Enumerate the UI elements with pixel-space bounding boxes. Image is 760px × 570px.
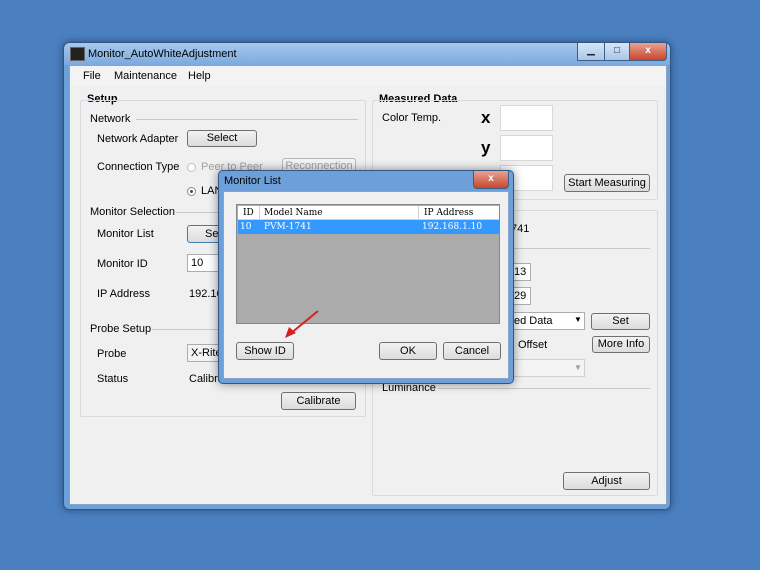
dialog-client: ID Model Name IP Address 10 PVM-1741 192… — [223, 191, 509, 379]
network-separator — [136, 119, 358, 120]
mode-select[interactable]: ed Data ▼ — [511, 312, 585, 330]
window-title: Monitor_AutoWhiteAdjustment — [88, 48, 237, 60]
column-divider — [418, 206, 419, 219]
select-adapter-button[interactable]: Select — [187, 130, 257, 147]
menu-file[interactable]: File — [83, 70, 101, 82]
start-measuring-button[interactable]: Start Measuring — [564, 174, 650, 192]
column-header-id[interactable]: ID — [243, 208, 254, 218]
column-header-model[interactable]: Model Name — [264, 208, 323, 218]
adjustment-separator — [511, 248, 650, 249]
dialog-close-button[interactable]: x — [473, 171, 509, 189]
monitor-selection-title: Monitor Selection — [90, 206, 175, 218]
minimize-button[interactable]: ▁ — [577, 43, 605, 61]
x-value-field — [500, 105, 553, 131]
probe-label: Probe — [97, 348, 127, 360]
maximize-button[interactable]: □ — [604, 43, 630, 61]
luminance-separator — [438, 388, 650, 389]
probe-setup-title: Probe Setup — [90, 323, 152, 335]
ip-address-label: IP Address — [97, 288, 150, 300]
offset-select[interactable]: ▼ — [511, 359, 585, 377]
adjust-value-2[interactable]: 29 — [511, 287, 531, 305]
adjust-button[interactable]: Adjust — [563, 472, 650, 490]
column-header-ip[interactable]: IP Address — [424, 208, 473, 218]
row-id: 10 — [240, 222, 252, 232]
monitor-list-dialog: Monitor List x ID Model Name IP Address … — [218, 170, 514, 384]
list-header: ID Model Name IP Address — [238, 206, 499, 220]
cancel-button[interactable]: Cancel — [443, 342, 501, 360]
adjust-value-1[interactable]: 13 — [511, 263, 531, 281]
network-adapter-label: Network Adapter — [97, 133, 179, 145]
menu-help[interactable]: Help — [188, 70, 211, 82]
column-divider — [259, 206, 260, 219]
calibrate-button[interactable]: Calibrate — [281, 392, 356, 410]
row-model: PVM-1741 — [264, 222, 312, 232]
y-label: y — [481, 138, 491, 157]
menu-bar: File Maintenance Help — [70, 66, 666, 86]
app-icon — [70, 47, 85, 61]
set-button[interactable]: Set — [591, 313, 650, 330]
show-id-button[interactable]: Show ID — [236, 342, 294, 360]
monitor-list-label: Monitor List — [97, 228, 154, 240]
close-button[interactable]: x — [629, 43, 667, 61]
more-info-button[interactable]: More Info — [592, 336, 650, 353]
lan-radio[interactable] — [187, 187, 196, 196]
ok-button[interactable]: OK — [379, 342, 437, 360]
status-label: Status — [97, 373, 129, 385]
x-label: x — [481, 108, 491, 127]
chevron-down-icon: ▼ — [574, 315, 582, 324]
dialog-title: Monitor List — [224, 175, 281, 187]
row-ip: 192.168.1.10 — [422, 222, 483, 232]
monitor-list-view[interactable]: ID Model Name IP Address 10 PVM-1741 192… — [236, 204, 500, 324]
mode-select-value: ed Data — [514, 315, 553, 327]
annotation-arrow-icon — [285, 310, 319, 338]
chevron-down-icon: ▼ — [574, 363, 582, 372]
connection-type-label: Connection Type — [97, 161, 180, 173]
title-bar[interactable]: Monitor_AutoWhiteAdjustment ▁ □ x — [64, 43, 670, 65]
color-temp-label: Color Temp. — [382, 112, 442, 124]
y-value-field — [500, 135, 553, 161]
offset-label: Offset — [518, 339, 548, 351]
menu-maintenance[interactable]: Maintenance — [114, 70, 177, 82]
network-title: Network — [90, 113, 131, 125]
monitor-id-label: Monitor ID — [97, 258, 148, 270]
p2p-radio[interactable] — [187, 163, 196, 172]
list-row[interactable]: 10 PVM-1741 192.168.1.10 — [238, 220, 499, 234]
